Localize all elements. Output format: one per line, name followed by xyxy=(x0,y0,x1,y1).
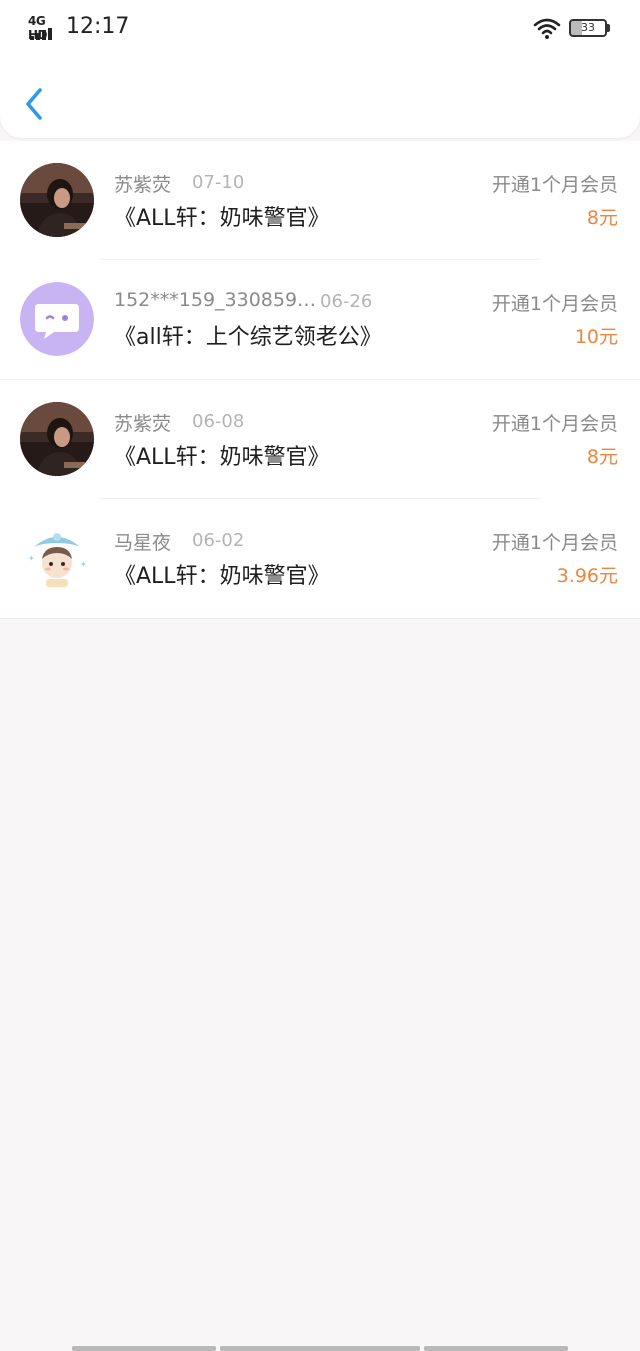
avatar[interactable] xyxy=(20,163,94,237)
username: 152***159_330859… xyxy=(114,289,317,311)
nav-bar-segment-left[interactable] xyxy=(72,1346,216,1351)
list-item[interactable]: 苏紫荧 06-08 《ALL轩：奶味警官》 开通1个月会员 8元 xyxy=(0,380,640,499)
avatar[interactable]: ✦ ✦ xyxy=(20,521,94,595)
price: 8元 xyxy=(586,446,618,468)
membership-action: 开通1个月会员 xyxy=(491,413,618,435)
record-date: 07-10 xyxy=(192,172,245,193)
list-item[interactable]: 152***159_330859… 06-26 《all轩：上个综艺领老公》 开… xyxy=(0,260,640,380)
username: 苏紫荧 xyxy=(114,413,172,435)
membership-action: 开通1个月会员 xyxy=(491,293,618,315)
nav-bar-segment-center[interactable] xyxy=(220,1346,420,1351)
record-list: 苏紫荧 07-10 《ALL轩：奶味警官》 开通1个月会员 8元 152***1… xyxy=(0,141,640,619)
record-date: 06-08 xyxy=(192,411,245,432)
list-item[interactable]: ✦ ✦ 马星夜 06-02 《ALL轩：奶味警官》 开通1个月会员 3.96元 xyxy=(0,499,640,619)
photo-avatar-icon xyxy=(20,402,94,476)
avatar[interactable] xyxy=(20,402,94,476)
membership-action: 开通1个月会员 xyxy=(491,532,618,554)
membership-action: 开通1个月会员 xyxy=(491,174,618,196)
book-title: 《ALL轩：奶味警官》 xyxy=(114,445,330,470)
record-date: 06-02 xyxy=(192,530,245,551)
nav-bar-segment-right[interactable] xyxy=(424,1346,568,1351)
cartoon-avatar-icon: ✦ ✦ xyxy=(20,521,94,595)
price: 3.96元 xyxy=(556,565,618,587)
price: 10元 xyxy=(574,326,618,348)
username: 苏紫荧 xyxy=(114,174,172,196)
status-bar: 4G HD 12:17 33 xyxy=(0,0,640,56)
price: 8元 xyxy=(586,207,618,229)
avatar[interactable] xyxy=(20,282,94,356)
chat-bubble-icon xyxy=(20,282,94,356)
list-item[interactable]: 苏紫荧 07-10 《ALL轩：奶味警官》 开通1个月会员 8元 xyxy=(0,141,640,260)
wifi-icon xyxy=(533,16,561,40)
book-title: 《ALL轩：奶味警官》 xyxy=(114,206,330,231)
svg-text:✦: ✦ xyxy=(80,560,87,569)
header: 4G HD 12:17 33 xyxy=(0,0,640,138)
username: 马星夜 xyxy=(114,532,172,554)
battery-icon: 33 xyxy=(569,19,607,37)
back-button[interactable] xyxy=(20,84,52,124)
battery-tip xyxy=(607,24,610,32)
book-title: 《ALL轩：奶味警官》 xyxy=(114,564,330,589)
photo-avatar-icon xyxy=(20,163,94,237)
chevron-left-icon xyxy=(26,88,42,120)
signal-icon: 4G HD xyxy=(28,14,58,42)
book-title: 《all轩：上个综艺领老公》 xyxy=(114,325,382,350)
svg-text:✦: ✦ xyxy=(28,554,35,563)
record-date: 06-26 xyxy=(320,291,373,312)
clock: 12:17 xyxy=(66,14,130,39)
